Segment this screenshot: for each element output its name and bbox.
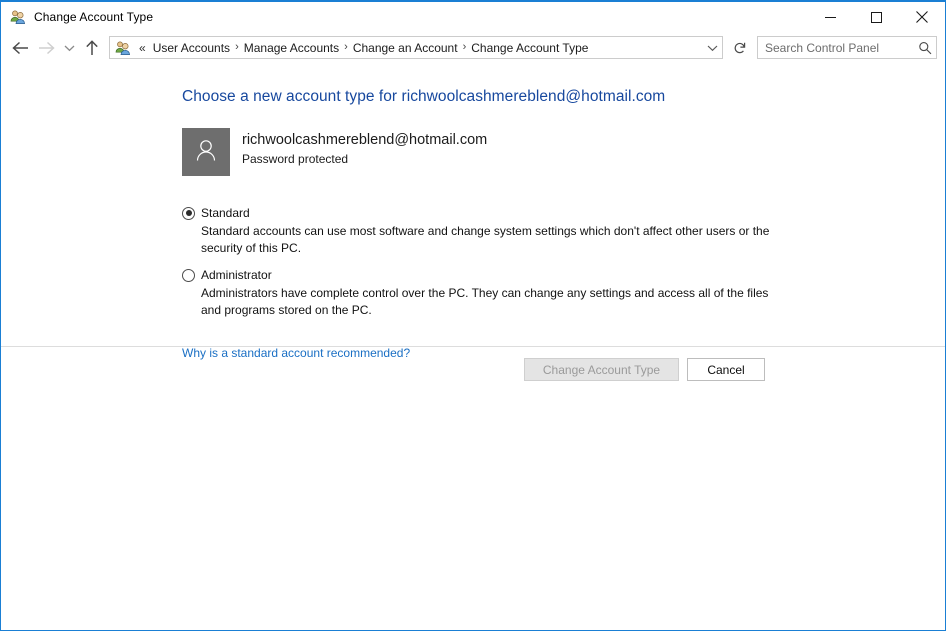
maximize-button[interactable] bbox=[853, 2, 899, 32]
option-standard-description: Standard accounts can use most software … bbox=[201, 223, 785, 256]
user-accounts-icon bbox=[10, 9, 26, 25]
breadcrumb-item-user-accounts[interactable]: User Accounts bbox=[149, 41, 234, 55]
account-type-options: Standard Standard accounts can use most … bbox=[182, 206, 945, 318]
cancel-button[interactable]: Cancel bbox=[687, 358, 765, 381]
close-button[interactable] bbox=[899, 2, 945, 32]
main-content: Choose a new account type for richwoolca… bbox=[1, 63, 945, 346]
option-administrator-description: Administrators have complete control ove… bbox=[201, 285, 785, 318]
window-title: Change Account Type bbox=[34, 10, 153, 24]
breadcrumb: « User Accounts › Manage Accounts › Chan… bbox=[136, 41, 702, 55]
address-bar[interactable]: « User Accounts › Manage Accounts › Chan… bbox=[109, 36, 723, 59]
footer-actions: Change Account Type Cancel bbox=[1, 347, 945, 392]
refresh-icon[interactable] bbox=[729, 36, 751, 59]
radio-standard[interactable] bbox=[182, 207, 195, 220]
account-status: Password protected bbox=[242, 152, 487, 167]
search-input[interactable] bbox=[758, 41, 914, 55]
option-administrator[interactable]: Administrator Administrators have comple… bbox=[182, 268, 945, 318]
account-name: richwoolcashmereblend@hotmail.com bbox=[242, 131, 487, 149]
change-account-type-button[interactable]: Change Account Type bbox=[524, 358, 679, 381]
avatar bbox=[182, 128, 230, 176]
window-controls bbox=[807, 2, 945, 32]
option-standard[interactable]: Standard Standard accounts can use most … bbox=[182, 206, 945, 256]
option-standard-label: Standard bbox=[201, 206, 250, 220]
breadcrumb-item-change-account-type[interactable]: Change Account Type bbox=[467, 41, 592, 55]
up-level-icon[interactable] bbox=[79, 35, 105, 61]
recent-locations-chevron-down-icon[interactable] bbox=[59, 35, 79, 61]
account-summary: richwoolcashmereblend@hotmail.com Passwo… bbox=[182, 128, 945, 176]
address-user-accounts-icon bbox=[115, 40, 131, 56]
breadcrumb-overflow[interactable]: « bbox=[136, 41, 149, 55]
back-icon[interactable] bbox=[7, 35, 33, 61]
radio-administrator[interactable] bbox=[182, 269, 195, 282]
change-account-type-window: Change Account Type bbox=[0, 0, 946, 631]
option-administrator-label: Administrator bbox=[201, 268, 272, 282]
account-details: richwoolcashmereblend@hotmail.com Passwo… bbox=[242, 128, 487, 167]
search-icon[interactable] bbox=[914, 41, 936, 55]
minimize-button[interactable] bbox=[807, 2, 853, 32]
search-box[interactable] bbox=[757, 36, 937, 59]
navigation-bar: « User Accounts › Manage Accounts › Chan… bbox=[1, 32, 945, 63]
title-bar: Change Account Type bbox=[1, 2, 945, 32]
forward-icon bbox=[33, 35, 59, 61]
page-title: Choose a new account type for richwoolca… bbox=[182, 88, 945, 106]
user-avatar-icon bbox=[191, 135, 221, 170]
breadcrumb-item-change-an-account[interactable]: Change an Account bbox=[349, 41, 462, 55]
address-chevron-down-icon[interactable] bbox=[702, 37, 722, 58]
breadcrumb-item-manage-accounts[interactable]: Manage Accounts bbox=[240, 41, 343, 55]
